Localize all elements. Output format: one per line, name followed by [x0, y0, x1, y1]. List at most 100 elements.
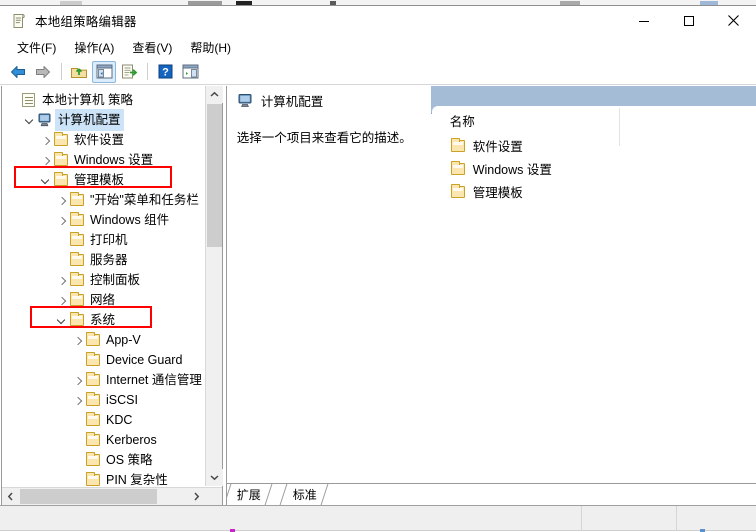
- tree-node[interactable]: Internet 通信管理: [2, 370, 206, 390]
- tab-extended[interactable]: 扩展: [226, 484, 273, 505]
- description-text: 选择一个项目来查看它的描述。: [236, 131, 412, 145]
- folder-icon: [69, 252, 86, 268]
- chevron-right-icon[interactable]: [38, 130, 53, 150]
- status-pane-1: [0, 506, 582, 531]
- chevron-right-icon[interactable]: [54, 210, 69, 230]
- chevron-right-icon[interactable]: [70, 390, 85, 410]
- chevron-right-icon[interactable]: [54, 190, 69, 210]
- tree-node[interactable]: "开始"菜单和任务栏: [2, 190, 206, 210]
- folder-icon: [450, 183, 467, 200]
- chevron-down-icon[interactable]: [54, 310, 69, 330]
- list-item[interactable]: 管理模板: [442, 180, 756, 203]
- tree-node[interactable]: 软件设置: [2, 130, 206, 150]
- folder-icon: [53, 132, 70, 148]
- show-hide-action-pane-icon[interactable]: [178, 61, 202, 83]
- tree-vertical-scrollbar[interactable]: [204, 86, 223, 486]
- tree-node-label: iSCSI: [106, 393, 138, 407]
- folder-icon: [450, 137, 467, 154]
- show-hide-console-tree-icon[interactable]: [92, 60, 116, 83]
- scroll-left-icon[interactable]: [2, 488, 19, 505]
- tree-node[interactable]: Kerberos: [2, 430, 206, 450]
- tree-node[interactable]: App-V: [2, 330, 206, 350]
- chevron-right-icon[interactable]: [54, 290, 69, 310]
- scroll-down-icon[interactable]: [205, 469, 223, 486]
- tree-node[interactable]: Windows 组件: [2, 210, 206, 230]
- local-group-policy-editor-window: 本地组策略编辑器 文件(F) 操作(A) 查看(V) 帮助(H) ? 本地计算机…: [0, 0, 756, 532]
- tree-node-label: KDC: [106, 413, 133, 427]
- maximize-button[interactable]: [666, 6, 711, 35]
- chevron-down-icon[interactable]: [38, 170, 53, 190]
- tree-twisty-spacer: [70, 410, 85, 430]
- tree-node[interactable]: OS 策略: [2, 450, 206, 470]
- menu-file[interactable]: 文件(F): [8, 37, 65, 58]
- tree-node-label: 打印机: [90, 233, 128, 247]
- tree-node-label: OS 策略: [106, 453, 153, 467]
- close-button[interactable]: [711, 6, 756, 35]
- tab-standard[interactable]: 标准: [279, 484, 329, 505]
- status-pane-3: [677, 506, 755, 531]
- menu-action[interactable]: 操作(A): [65, 37, 123, 58]
- tree-node-label: 管理模板: [74, 173, 125, 187]
- tree-node[interactable]: KDC: [2, 410, 206, 430]
- folder-icon: [69, 292, 86, 308]
- chevron-right-icon[interactable]: [70, 330, 85, 350]
- menu-view[interactable]: 查看(V): [123, 37, 181, 58]
- folder-icon: [69, 272, 86, 288]
- tree-node[interactable]: 系统: [2, 310, 206, 330]
- chevron-right-icon[interactable]: [54, 270, 69, 290]
- minimize-button[interactable]: [621, 6, 666, 35]
- tree-node[interactable]: 服务器: [2, 250, 206, 270]
- folder-icon: [450, 160, 467, 177]
- column-header-name[interactable]: 名称: [450, 111, 475, 130]
- chevron-right-icon[interactable]: [38, 150, 53, 170]
- tree-hscrollbar-thumb[interactable]: [20, 489, 157, 504]
- tree-node[interactable]: Windows 设置: [2, 150, 206, 170]
- column-divider[interactable]: [618, 108, 620, 146]
- tree-scrollbar-thumb[interactable]: [206, 104, 222, 247]
- tree-node[interactable]: 控制面板: [2, 270, 206, 290]
- folder-icon: [69, 212, 86, 228]
- back-arrow-icon[interactable]: [6, 61, 30, 83]
- tree-node-label: 本地计算机 策略: [42, 93, 133, 107]
- window-title: 本地组策略编辑器: [35, 15, 137, 29]
- tree-node[interactable]: iSCSI: [2, 390, 206, 410]
- window-controls: [621, 6, 756, 35]
- folder-icon: [85, 452, 102, 468]
- tree-node[interactable]: 打印机: [2, 230, 206, 250]
- menu-help[interactable]: 帮助(H): [181, 37, 240, 58]
- list-item-label: 软件设置: [472, 140, 523, 154]
- up-one-level-icon[interactable]: [67, 61, 91, 83]
- tree-horizontal-scrollbar[interactable]: [2, 487, 222, 505]
- help-icon[interactable]: ?: [153, 61, 177, 83]
- title-bar: 本地组策略编辑器: [0, 6, 756, 35]
- tree-node[interactable]: Device Guard: [2, 350, 206, 370]
- list-item[interactable]: Windows 设置: [442, 157, 756, 180]
- tree-node-label: Device Guard: [106, 353, 183, 367]
- tree-node[interactable]: 管理模板: [2, 170, 206, 190]
- tree-node[interactable]: 网络: [2, 290, 206, 310]
- forward-arrow-icon[interactable]: [31, 61, 55, 83]
- folder-icon: [85, 412, 102, 428]
- menu-bar: 文件(F) 操作(A) 查看(V) 帮助(H): [0, 35, 756, 59]
- chevron-down-icon[interactable]: [22, 110, 37, 130]
- console-tree-scroll-area: 本地计算机 策略计算机配置 软件设置 Windows 设置管理模板 "开始"菜单和任务…: [2, 86, 206, 486]
- scroll-right-icon[interactable]: [188, 488, 205, 505]
- export-list-icon[interactable]: [117, 61, 141, 83]
- tree-node-label: 控制面板: [90, 273, 141, 287]
- tree-node-label: 系统: [90, 313, 116, 327]
- tree-node[interactable]: 本地计算机 策略: [2, 90, 206, 110]
- tree-node[interactable]: PIN 复杂性: [2, 470, 206, 486]
- list-item[interactable]: 软件设置: [442, 134, 756, 157]
- chevron-right-icon[interactable]: [70, 370, 85, 390]
- folder-icon: [69, 192, 86, 208]
- tree-node[interactable]: 计算机配置: [2, 109, 206, 131]
- tree-twisty-spacer: [54, 250, 69, 270]
- scroll-up-icon[interactable]: [205, 86, 223, 103]
- folder-icon: [85, 472, 102, 486]
- folder-icon: [53, 172, 70, 188]
- toolbar: ?: [0, 59, 756, 85]
- folder-icon: [69, 232, 86, 248]
- tree-twisty-spacer: [70, 450, 85, 470]
- main-body: 本地计算机 策略 计算机配置 软件设置 Windows 设置 管理模板 "开始"菜单和任务…: [0, 86, 756, 506]
- console-tree-pane: 本地计算机 策略计算机配置 软件设置 Windows 设置管理模板 "开始"菜单和任务…: [1, 86, 223, 506]
